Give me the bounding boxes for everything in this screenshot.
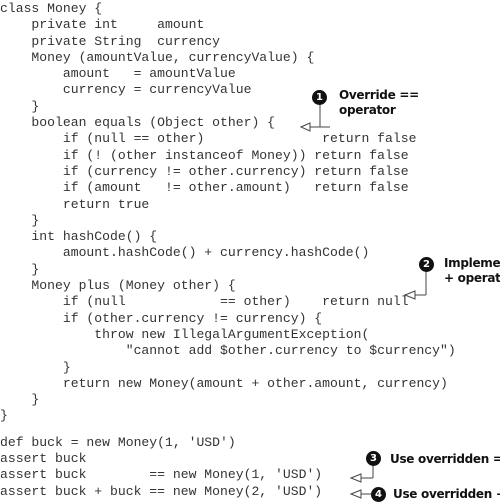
callout-2-arrow-icon	[403, 271, 427, 300]
callout-label: Implement	[444, 256, 500, 270]
callout-number-badge: 1	[312, 90, 327, 105]
callout-number-badge: 2	[419, 257, 434, 272]
callout-number-badge: 4	[371, 487, 386, 502]
callout-3-arrow-icon	[349, 465, 374, 483]
callout-label: operator	[339, 103, 396, 117]
callout-label: Override ==	[339, 88, 419, 102]
callout-number-badge: 3	[366, 451, 381, 466]
callout-1-arrow-icon	[299, 104, 330, 132]
callout-label: Use overridden +	[393, 487, 500, 501]
callout-arrows	[299, 104, 427, 499]
callout-4-arrow-icon	[349, 489, 371, 499]
callout-label: + operator	[444, 271, 500, 285]
callout-label: Use overridden ==	[390, 452, 500, 466]
